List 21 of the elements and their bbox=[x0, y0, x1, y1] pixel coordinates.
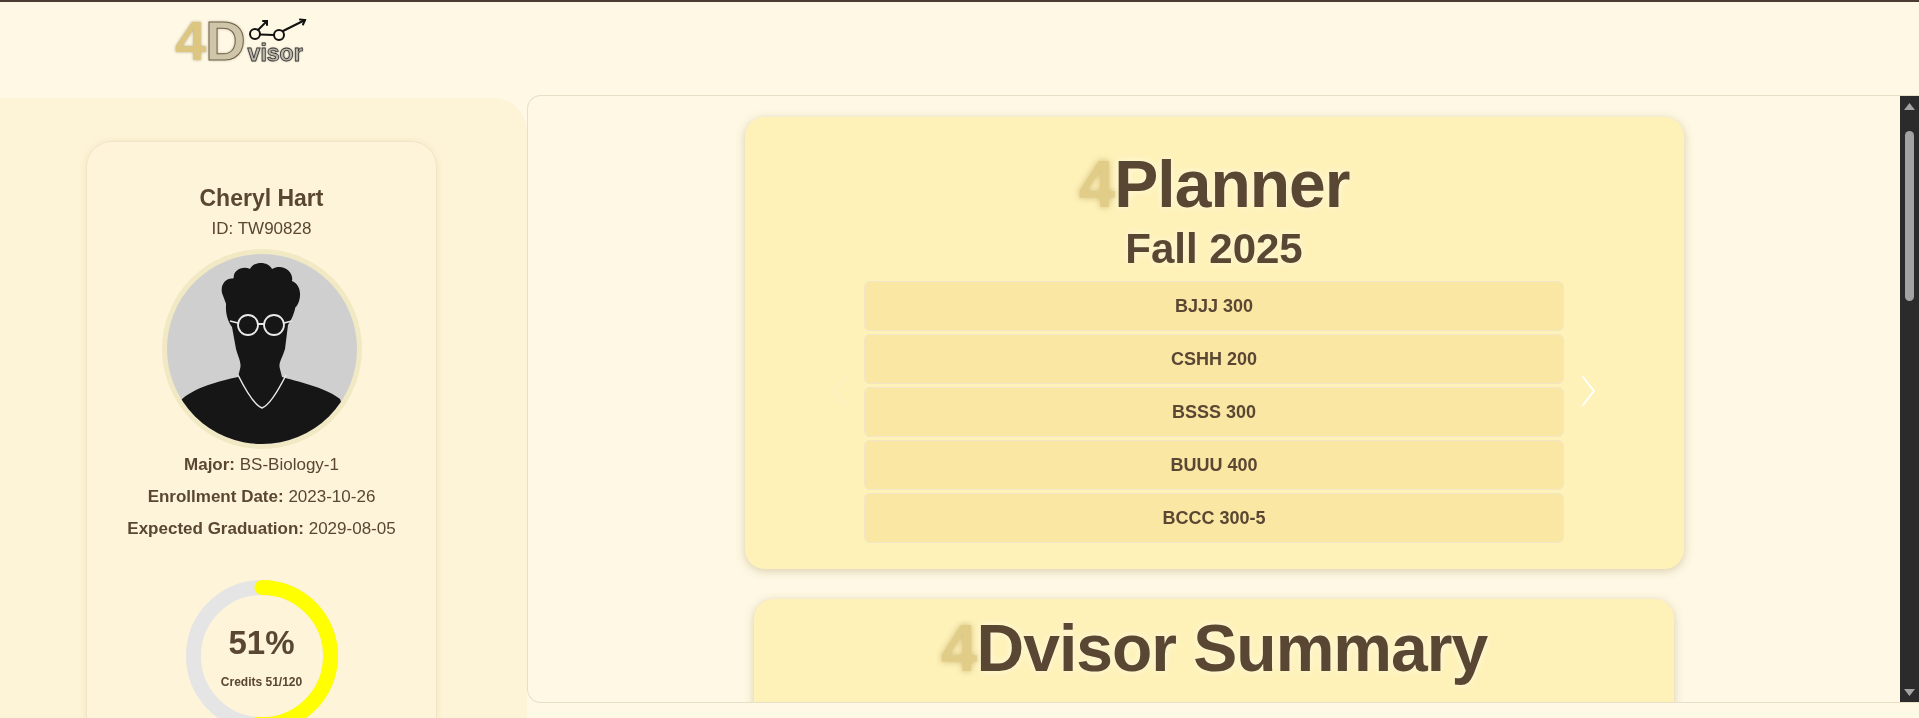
course-item: CSHH 200 bbox=[864, 334, 1564, 384]
course-item: BUUU 400 bbox=[864, 440, 1564, 490]
term-heading: Fall 2025 bbox=[1125, 225, 1303, 273]
profile-detail: Major: BS-Biology-1 bbox=[184, 454, 339, 476]
credits-label: Credits 51/120 bbox=[220, 674, 303, 690]
logo-initials: 4D bbox=[175, 13, 245, 69]
scrollbar[interactable] bbox=[1900, 96, 1919, 702]
avatar-icon bbox=[161, 249, 362, 449]
profile-detail: Expected Graduation: 2029-08-05 bbox=[127, 518, 396, 540]
course-item: BSSS 300 bbox=[864, 387, 1564, 437]
course-item: BJJJ 300 bbox=[864, 281, 1564, 331]
glasses-icon bbox=[247, 17, 308, 41]
course-item: BCCC 300-5 bbox=[864, 493, 1564, 543]
progress-percent: 51% bbox=[228, 623, 295, 663]
scrollbar-thumb[interactable] bbox=[1905, 131, 1914, 301]
scroll-down-arrow-icon[interactable] bbox=[1904, 689, 1915, 696]
student-id: ID: TW90828 bbox=[211, 218, 312, 240]
profile-detail: Enrollment Date: 2023-10-26 bbox=[147, 486, 376, 508]
student-name: Cheryl Hart bbox=[199, 184, 324, 213]
scroll-up-arrow-icon[interactable] bbox=[1904, 103, 1915, 110]
logo-text: visor bbox=[247, 42, 303, 65]
